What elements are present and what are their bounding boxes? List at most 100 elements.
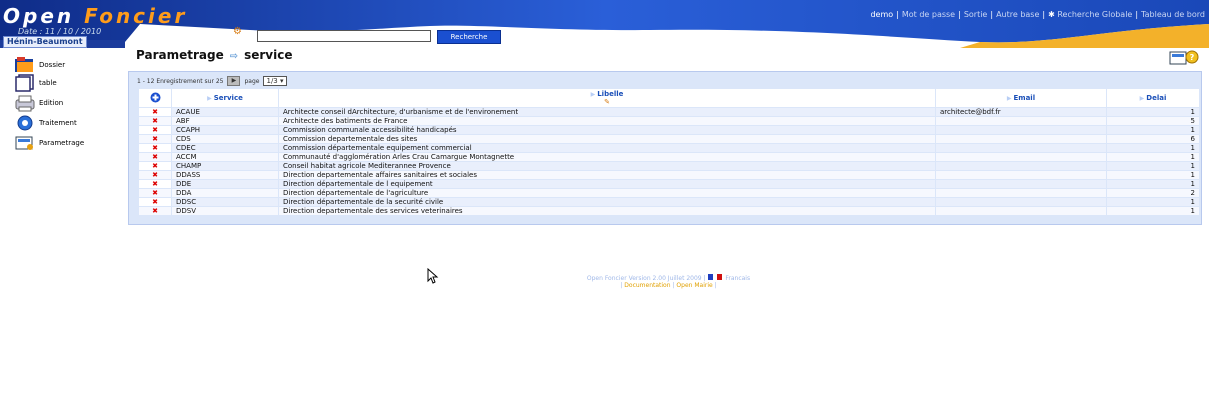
table-row[interactable]: ✖ ACAUE Architecte conseil dArchitecture, …: [139, 108, 1199, 116]
delete-row-button[interactable]: ✖: [139, 126, 171, 134]
sort-arrow-icon: ▶: [1139, 95, 1145, 102]
sidebar-item-edition[interactable]: Edition: [14, 94, 63, 112]
cell-libelle[interactable]: Direction departementale affaires sanita…: [279, 171, 935, 179]
cell-service[interactable]: DDSC: [172, 198, 278, 206]
cell-libelle[interactable]: Conseil habitat agricole Mediterannee Pr…: [279, 162, 935, 170]
sidebar-item-traitement[interactable]: Traitement: [14, 114, 77, 132]
delete-row-button[interactable]: ✖: [139, 153, 171, 161]
cell-service[interactable]: DDA: [172, 189, 278, 197]
table-row[interactable]: ✖ CDS Commission departementale des sites 6: [139, 135, 1199, 143]
cell-service[interactable]: CDEC: [172, 144, 278, 152]
delete-row-button[interactable]: ✖: [139, 144, 171, 152]
table-row[interactable]: ✖ ACCM Communauté d'agglomération Arles Cr…: [139, 153, 1199, 161]
next-page-button[interactable]: ▶: [227, 76, 241, 86]
column-header-service[interactable]: ▶ Service: [172, 89, 278, 107]
top-menu-item[interactable]: demo: [870, 10, 893, 19]
search-button[interactable]: Recherche: [437, 30, 501, 44]
cell-email: [936, 207, 1106, 215]
table-row[interactable]: ✖ DDSV Direction departementale des servic…: [139, 207, 1199, 215]
delete-icon: ✖: [152, 180, 158, 188]
cell-libelle[interactable]: Direction départementale de la securité …: [279, 198, 935, 206]
cell-email: [936, 198, 1106, 206]
city-badge[interactable]: Hénin-Beaumont: [3, 36, 87, 48]
cell-delai: 2: [1107, 189, 1199, 197]
top-menu-item[interactable]: Sortie: [964, 10, 988, 19]
page-label: page: [244, 77, 260, 85]
cell-service[interactable]: CCAPH: [172, 126, 278, 134]
sidebar-item-table[interactable]: table: [14, 74, 57, 92]
column-header-label: Libelle: [597, 90, 624, 98]
table-row[interactable]: ✖ CDEC Commission départementale equipemen…: [139, 144, 1199, 152]
cell-libelle[interactable]: Commission departementale des sites: [279, 135, 935, 143]
delete-row-button[interactable]: ✖: [139, 162, 171, 170]
cell-service[interactable]: ACAUE: [172, 108, 278, 116]
column-header-label: Email: [1013, 94, 1036, 102]
sidebar-item-parametrage[interactable]: Parametrage: [14, 134, 84, 152]
cell-email: [936, 171, 1106, 179]
top-menu-item[interactable]: Mot de passe: [902, 10, 955, 19]
table-row[interactable]: ✖ DDASS Direction departementale affaires …: [139, 171, 1199, 179]
delete-icon: ✖: [152, 126, 158, 134]
current-date: Date : 11 / 10 / 2010: [18, 27, 102, 36]
cell-service[interactable]: ABF: [172, 117, 278, 125]
top-menu-item[interactable]: Tableau de bord: [1141, 10, 1205, 19]
table-row[interactable]: ✖ DDA Direction départementale de l'agricu…: [139, 189, 1199, 197]
top-menu: demo | Mot de passe | Sortie | Autre base | ✱ Re…: [870, 10, 1205, 19]
cell-service[interactable]: CHAMP: [172, 162, 278, 170]
edition-icon: [15, 95, 35, 112]
documentation-link[interactable]: Documentation: [624, 282, 670, 289]
table-body: ✖ ACAUE Architecte conseil dArchitecture, …: [139, 108, 1199, 215]
delete-row-button[interactable]: ✖: [139, 189, 171, 197]
parametrage-icon: [15, 136, 33, 150]
cell-service[interactable]: CDS: [172, 135, 278, 143]
cell-libelle[interactable]: Architecte conseil dArchitecture, d'urba…: [279, 108, 935, 116]
cell-service[interactable]: DDASS: [172, 171, 278, 179]
cell-libelle[interactable]: Commission communale accessibilité handi…: [279, 126, 935, 134]
cell-libelle[interactable]: Direction départementale de l'agricultur…: [279, 189, 935, 197]
data-panel: 1 - 12 Enregistrement sur 25 ▶ page 1/3 …: [128, 71, 1202, 225]
search-input[interactable]: [257, 30, 431, 42]
delete-row-button[interactable]: ✖: [139, 117, 171, 125]
open-mairie-link[interactable]: Open Mairie: [676, 282, 712, 289]
help-icon[interactable]: ?: [1169, 50, 1199, 66]
column-header-delai[interactable]: ▶ Delai: [1107, 89, 1199, 107]
delete-row-button[interactable]: ✖: [139, 135, 171, 143]
cell-delai: 1: [1107, 108, 1199, 116]
delete-row-button[interactable]: ✖: [139, 171, 171, 179]
cell-libelle[interactable]: Architecte des batiments de France: [279, 117, 935, 125]
delete-icon: ✖: [152, 108, 158, 116]
table-row[interactable]: ✖ DDSC Direction départementale de la secu…: [139, 198, 1199, 206]
delete-row-button[interactable]: ✖: [139, 180, 171, 188]
cell-service[interactable]: DDSV: [172, 207, 278, 215]
top-menu-item[interactable]: Recherche Globale: [1057, 10, 1132, 19]
table-row[interactable]: ✖ DDE Direction départementale de l equipe…: [139, 180, 1199, 188]
add-icon: [150, 92, 160, 102]
delete-icon: ✖: [152, 198, 158, 206]
cell-service[interactable]: DDE: [172, 180, 278, 188]
sidebar-item-dossier[interactable]: Dossier: [14, 56, 65, 74]
dossier-icon: [15, 57, 33, 72]
column-header-email[interactable]: ▶ Email: [936, 89, 1106, 107]
table-row[interactable]: ✖ CHAMP Conseil habitat agricole Mediteran…: [139, 162, 1199, 170]
cell-delai: 1: [1107, 153, 1199, 161]
sidebar-item-label: table: [39, 79, 57, 87]
language-link[interactable]: Francais: [725, 275, 750, 282]
cell-service[interactable]: ACCM: [172, 153, 278, 161]
cell-libelle[interactable]: Direction departementale des services ve…: [279, 207, 935, 215]
add-record-button[interactable]: [139, 89, 171, 107]
column-header-libelle[interactable]: ▶ Libelle ✎: [279, 89, 935, 107]
menu-separator: |: [1135, 10, 1139, 19]
page-select[interactable]: 1/3 ▾: [263, 76, 287, 86]
cell-libelle[interactable]: Communauté d'agglomération Arles Crau Ca…: [279, 153, 935, 161]
delete-row-button[interactable]: ✖: [139, 207, 171, 215]
delete-icon: ✖: [152, 162, 158, 170]
delete-icon: ✖: [152, 207, 158, 215]
table-row[interactable]: ✖ ABF Architecte des batiments de France 5: [139, 117, 1199, 125]
delete-row-button[interactable]: ✖: [139, 108, 171, 116]
cell-libelle[interactable]: Direction départementale de l equipement: [279, 180, 935, 188]
table-row[interactable]: ✖ CCAPH Commission communale accessibilité…: [139, 126, 1199, 134]
delete-row-button[interactable]: ✖: [139, 198, 171, 206]
sidebar-item-label: Dossier: [39, 61, 66, 69]
top-menu-item[interactable]: Autre base: [996, 10, 1039, 19]
cell-libelle[interactable]: Commission départementale equipement com…: [279, 144, 935, 152]
